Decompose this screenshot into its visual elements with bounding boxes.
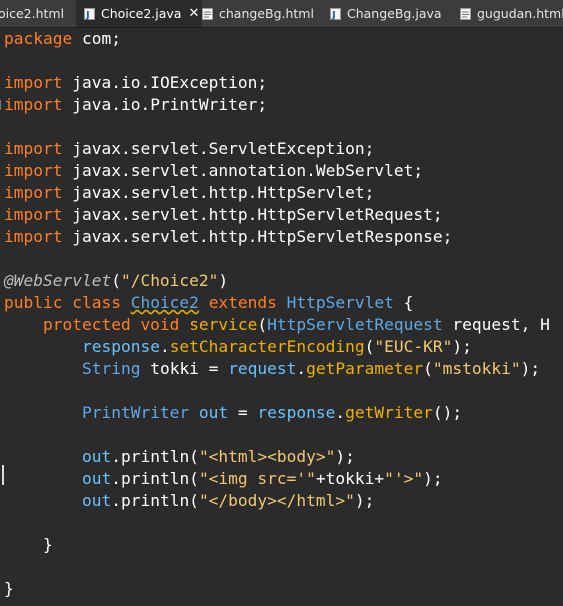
editor-tab-bar: oice2.html J Choice2.java ✕ changeBg.htm… <box>0 0 563 28</box>
java-file-icon: J <box>330 7 341 20</box>
svg-text:J: J <box>331 10 336 20</box>
code-line-16: String tokki = request.getParameter("mst… <box>81 359 541 378</box>
code-line-8: import javax.servlet.http.HttpServlet; <box>4 183 375 202</box>
code-line-18: PrintWriter out = response.getWriter(); <box>81 403 463 422</box>
code-line-9: import javax.servlet.http.HttpServletReq… <box>4 205 443 224</box>
tab-label: gugudan.html <box>477 6 563 21</box>
tab-changebg-html[interactable]: changeBg.html <box>202 0 314 27</box>
code-line-15: response.setCharacterEncoding("EUC-KR"); <box>81 337 472 356</box>
code-line-4: import java.io.PrintWriter; <box>4 95 268 114</box>
tab-label: ChangeBg.java <box>347 6 442 21</box>
html-file-icon <box>460 7 471 20</box>
code-line-20: out.println("<html><body>"); <box>81 447 355 466</box>
code-line-22: out.println("</body></html>"); <box>81 491 375 510</box>
tab-gugudan-html[interactable]: gugudan.html <box>460 0 563 27</box>
html-file-icon <box>202 7 213 20</box>
code-line-26: } <box>4 579 14 598</box>
tab-oice2-html[interactable]: oice2.html <box>0 0 76 27</box>
code-line-24: } <box>4 535 53 554</box>
code-line-3: import java.io.IOException; <box>4 73 268 92</box>
code-line-1: package com; <box>4 29 121 48</box>
code-line-21: out.println("<img src='"+tokki+"'>"); <box>81 469 443 488</box>
code-line-6: import javax.servlet.ServletException; <box>4 139 375 158</box>
code-line-13: public class Choice2 extends HttpServlet… <box>4 293 414 312</box>
tab-label: oice2.html <box>0 6 65 21</box>
code-line-7: import javax.servlet.annotation.WebServl… <box>4 161 424 180</box>
code-line-12: @WebServlet("/Choice2") <box>4 271 229 290</box>
close-icon[interactable]: ✕ <box>188 6 199 21</box>
code-line-10: import javax.servlet.http.HttpServletRes… <box>4 227 453 246</box>
svg-text:J: J <box>85 10 90 20</box>
text-caret <box>2 465 4 485</box>
code-line-14: protected void service(HttpServletReques… <box>42 315 550 334</box>
tab-choice2-java[interactable]: J Choice2.java ✕ <box>76 0 202 27</box>
java-file-icon: J <box>84 7 95 20</box>
code-editor[interactable]: package com; import java.io.IOException;… <box>0 28 563 606</box>
tab-label: Choice2.java <box>101 6 182 21</box>
tab-changebg-java[interactable]: J ChangeBg.java <box>330 0 442 27</box>
tab-label: changeBg.html <box>219 6 314 21</box>
